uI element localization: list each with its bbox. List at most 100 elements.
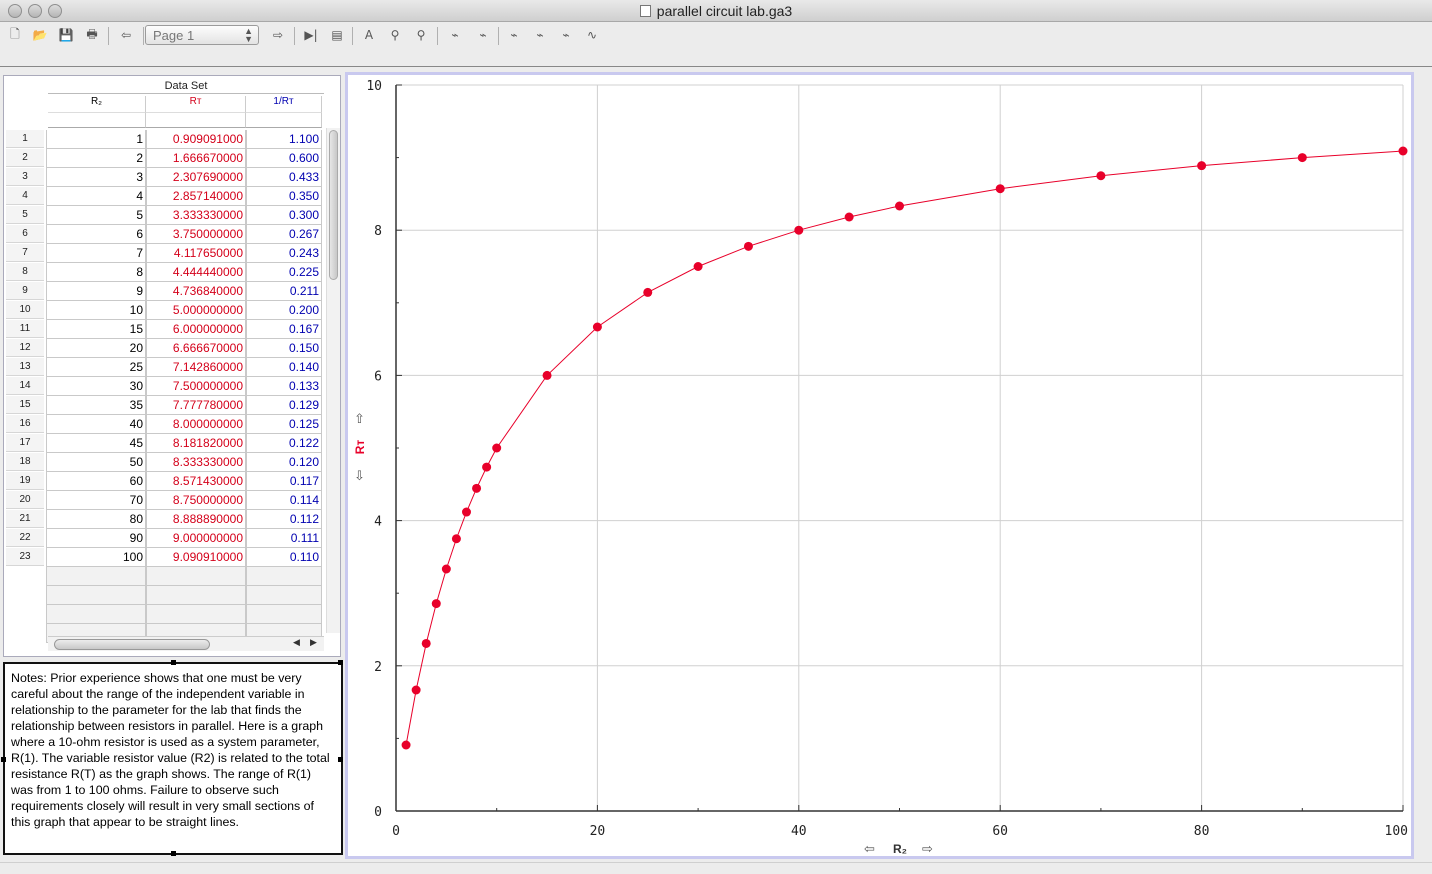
data-point[interactable] bbox=[743, 241, 753, 251]
graph-panel[interactable]: 0 20 40 60 80 100 0 2 4 6 8 10 R₂ ⇦ ⇨ Rᴛ ⇧ ⇩ bbox=[345, 72, 1414, 859]
cell-r2[interactable]: 25 bbox=[46, 358, 146, 377]
cell-inverse-rt[interactable]: 0.300 bbox=[246, 206, 322, 225]
data-point[interactable] bbox=[844, 212, 854, 222]
x-axis-label[interactable]: R₂ bbox=[893, 842, 907, 856]
tangent-icon[interactable]: ⌁ bbox=[473, 25, 493, 45]
data-point[interactable] bbox=[643, 287, 653, 297]
scroll-right-icon[interactable]: ▶ bbox=[310, 637, 317, 648]
statistics-icon[interactable]: ⌁ bbox=[504, 25, 524, 45]
data-point[interactable] bbox=[1197, 161, 1207, 171]
cell-inverse-rt[interactable]: 0.129 bbox=[246, 396, 322, 415]
empty-cell[interactable] bbox=[46, 586, 146, 605]
cell-inverse-rt[interactable]: 0.243 bbox=[246, 244, 322, 263]
data-point[interactable] bbox=[441, 564, 451, 574]
cell-inverse-rt[interactable]: 0.167 bbox=[246, 320, 322, 339]
cell-inverse-rt[interactable]: 0.111 bbox=[246, 529, 322, 548]
cell-r2[interactable]: 5 bbox=[46, 206, 146, 225]
cell-rt[interactable]: 8.750000000 bbox=[146, 491, 246, 510]
horizontal-scrollbar[interactable]: ◀ ▶ bbox=[48, 636, 324, 651]
scroll-thumb[interactable] bbox=[54, 639, 210, 650]
resize-handle[interactable] bbox=[171, 660, 176, 665]
cell-inverse-rt[interactable]: 0.133 bbox=[246, 377, 322, 396]
cell-inverse-rt[interactable]: 0.114 bbox=[246, 491, 322, 510]
resize-handle[interactable] bbox=[171, 851, 176, 856]
x-axis-right-arrow-icon[interactable]: ⇨ bbox=[922, 842, 933, 856]
page-select[interactable]: Page 1 ▲ ▼ bbox=[145, 25, 259, 45]
cell-r2[interactable]: 45 bbox=[46, 434, 146, 453]
data-point[interactable] bbox=[472, 483, 482, 493]
empty-cell[interactable] bbox=[146, 605, 246, 624]
column-header-r2[interactable]: R₂ bbox=[48, 96, 146, 112]
data-point[interactable] bbox=[492, 443, 502, 453]
curve-fit-icon[interactable]: ∿ bbox=[582, 25, 602, 45]
cell-inverse-rt[interactable]: 0.112 bbox=[246, 510, 322, 529]
data-point[interactable] bbox=[1398, 146, 1408, 156]
cell-rt[interactable]: 8.571430000 bbox=[146, 472, 246, 491]
zoom-in-icon[interactable]: ⚲ bbox=[385, 25, 405, 45]
cell-r2[interactable]: 3 bbox=[46, 168, 146, 187]
data-point[interactable] bbox=[693, 262, 703, 271]
cell-rt[interactable]: 3.750000000 bbox=[146, 225, 246, 244]
save-icon[interactable]: 💾 bbox=[56, 25, 76, 45]
cell-inverse-rt[interactable]: 0.211 bbox=[246, 282, 322, 301]
cell-inverse-rt[interactable]: 0.433 bbox=[246, 168, 322, 187]
column-header-inverse-rt[interactable]: 1/Rᴛ bbox=[246, 96, 322, 112]
cell-r2[interactable]: 80 bbox=[46, 510, 146, 529]
cell-rt[interactable]: 9.000000000 bbox=[146, 529, 246, 548]
y-axis-down-arrow-icon[interactable]: ⇩ bbox=[354, 469, 365, 484]
cell-inverse-rt[interactable]: 0.117 bbox=[246, 472, 322, 491]
cell-r2[interactable]: 100 bbox=[46, 548, 146, 567]
data-point[interactable] bbox=[411, 685, 421, 695]
cell-r2[interactable]: 9 bbox=[46, 282, 146, 301]
cell-rt[interactable]: 0.909091000 bbox=[146, 130, 246, 149]
data-point[interactable] bbox=[401, 740, 411, 750]
start-collection-icon[interactable]: ▶| bbox=[301, 25, 321, 45]
cell-rt[interactable]: 8.888890000 bbox=[146, 510, 246, 529]
integral-icon[interactable]: ⌁ bbox=[530, 25, 550, 45]
cell-rt[interactable]: 3.333330000 bbox=[146, 206, 246, 225]
cell-rt[interactable]: 7.777780000 bbox=[146, 396, 246, 415]
cell-r2[interactable]: 70 bbox=[46, 491, 146, 510]
cell-r2[interactable]: 4 bbox=[46, 187, 146, 206]
examine-icon[interactable]: ⌁ bbox=[445, 25, 465, 45]
y-axis-up-arrow-icon[interactable]: ⇧ bbox=[354, 412, 365, 427]
vertical-scrollbar[interactable] bbox=[326, 128, 340, 633]
cell-rt[interactable]: 9.090910000 bbox=[146, 548, 246, 567]
print-icon[interactable]: 🖶 bbox=[82, 25, 102, 45]
zoom-out-icon[interactable]: ⚲ bbox=[411, 25, 431, 45]
data-point[interactable] bbox=[895, 201, 904, 211]
data-point[interactable] bbox=[431, 599, 441, 609]
y-axis-label[interactable]: Rᴛ bbox=[353, 440, 367, 455]
cell-rt[interactable]: 7.142860000 bbox=[146, 358, 246, 377]
cell-r2[interactable]: 90 bbox=[46, 529, 146, 548]
empty-cell[interactable] bbox=[146, 567, 246, 586]
previous-page-icon[interactable]: ⇦ bbox=[116, 25, 136, 45]
cell-r2[interactable]: 50 bbox=[46, 453, 146, 472]
empty-cell[interactable] bbox=[246, 586, 322, 605]
data-point[interactable] bbox=[461, 507, 471, 517]
cell-rt[interactable]: 6.666670000 bbox=[146, 339, 246, 358]
cell-r2[interactable]: 30 bbox=[46, 377, 146, 396]
cell-r2[interactable]: 10 bbox=[46, 301, 146, 320]
graph[interactable]: 0 20 40 60 80 100 0 2 4 6 8 10 R₂ ⇦ ⇨ Rᴛ ⇧ ⇩ bbox=[348, 75, 1411, 856]
empty-cell[interactable] bbox=[146, 586, 246, 605]
cell-rt[interactable]: 4.736840000 bbox=[146, 282, 246, 301]
data-point[interactable] bbox=[542, 370, 552, 380]
cell-rt[interactable]: 7.500000000 bbox=[146, 377, 246, 396]
cell-rt[interactable]: 4.117650000 bbox=[146, 244, 246, 263]
empty-cell[interactable] bbox=[246, 605, 322, 624]
resize-handle[interactable] bbox=[338, 660, 343, 665]
cell-inverse-rt[interactable]: 1.100 bbox=[246, 130, 322, 149]
data-point[interactable] bbox=[451, 534, 461, 544]
autoscale-icon[interactable]: A bbox=[359, 25, 379, 45]
cell-rt[interactable]: 5.000000000 bbox=[146, 301, 246, 320]
cell-rt[interactable]: 8.333330000 bbox=[146, 453, 246, 472]
cell-r2[interactable]: 40 bbox=[46, 415, 146, 434]
cell-rt[interactable]: 8.000000000 bbox=[146, 415, 246, 434]
cell-inverse-rt[interactable]: 0.140 bbox=[246, 358, 322, 377]
new-document-icon[interactable]: 🗋 bbox=[5, 25, 25, 45]
cell-r2[interactable]: 20 bbox=[46, 339, 146, 358]
cell-r2[interactable]: 2 bbox=[46, 149, 146, 168]
cell-rt[interactable]: 4.444440000 bbox=[146, 263, 246, 282]
empty-cell[interactable] bbox=[246, 567, 322, 586]
